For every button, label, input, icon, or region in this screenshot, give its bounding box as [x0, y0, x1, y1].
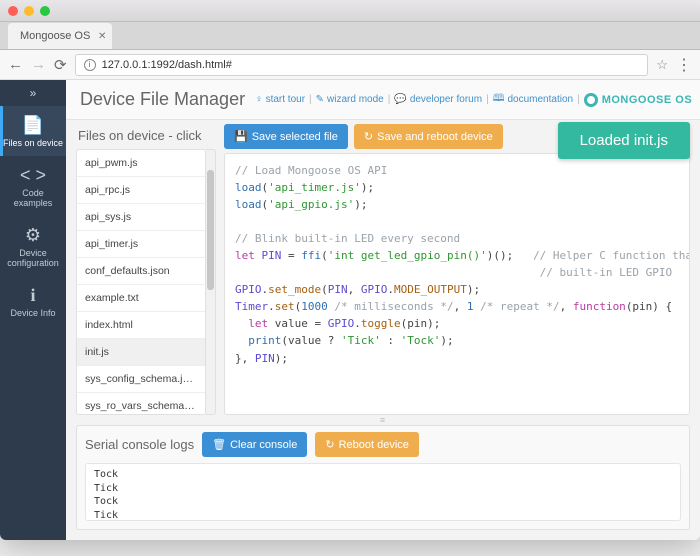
brand-logo: MONGOOSE OS [584, 93, 692, 107]
clear-console-button[interactable]: 🗑 Clear console [202, 432, 307, 457]
file-list[interactable]: api_pwm.jsapi_rpc.jsapi_sys.jsapi_timer.… [76, 149, 206, 415]
sidebar-item-files[interactable]: 📄 Files on device [0, 106, 66, 156]
console-heading: Serial console logs [85, 437, 194, 452]
file-item[interactable]: index.html [77, 312, 205, 339]
minimize-window-dot[interactable] [24, 6, 34, 16]
site-info-icon[interactable]: i [84, 59, 96, 71]
sidebar-item-device-config[interactable]: ⚙ Device configuration [0, 216, 66, 276]
files-heading: Files on device - click [76, 124, 216, 149]
main-pane: Device File Manager ♀ start tour| ✎ wiza… [66, 80, 700, 540]
start-tour-link[interactable]: ♀ start tour [255, 94, 305, 105]
wizard-mode-link[interactable]: ✎ wizard mode [316, 94, 384, 105]
app-window: Mongoose OS ✕ ← → ⟳ i 127.0.0.1:1992/das… [0, 0, 700, 540]
nav-back-icon[interactable]: ← [8, 56, 23, 73]
horizontal-resize-handle[interactable]: ≡ [76, 415, 690, 425]
documentation-link[interactable]: 🕮 documentation [493, 91, 573, 108]
reboot-device-button[interactable]: ↻ Reboot device [315, 432, 419, 457]
editor-buttons-row: 💾 Save selected file ↻ Save and reboot d… [224, 124, 690, 153]
close-window-dot[interactable] [8, 6, 18, 16]
close-tab-icon[interactable]: ✕ [98, 31, 106, 42]
sidebar-label: Device Info [10, 308, 55, 318]
code-icon: < > [2, 166, 64, 184]
work-area: Files on device - click api_pwm.jsapi_rp… [66, 120, 700, 540]
nav-reload-icon[interactable]: ⟳ [54, 56, 67, 74]
console-output[interactable]: Tock Tick Tock Tick Tock [85, 463, 681, 521]
file-list-scrollbar[interactable] [206, 149, 216, 415]
save-reboot-button[interactable]: ↻ Save and reboot device [354, 124, 503, 149]
browser-tabstrip: Mongoose OS ✕ [0, 22, 700, 50]
file-icon: 📄 [2, 116, 64, 134]
console-block: Serial console logs 🗑 Clear console ↻ Re… [76, 425, 690, 530]
browser-address-bar: ← → ⟳ i 127.0.0.1:1992/dash.html# ☆ ⋮ [0, 50, 700, 80]
info-icon: i [2, 286, 64, 304]
sidebar-item-code-examples[interactable]: < > Code examples [0, 156, 66, 216]
scroll-thumb[interactable] [207, 170, 214, 290]
dashboard-app: » 📄 Files on device < > Code examples ⚙ … [0, 80, 700, 540]
editor-pane: 💾 Save selected file ↻ Save and reboot d… [224, 124, 690, 415]
developer-forum-link[interactable]: 💬 developer forum [394, 94, 482, 105]
file-item[interactable]: api_rpc.js [77, 177, 205, 204]
header-links: ♀ start tour| ✎ wizard mode| 💬 developer… [255, 91, 692, 108]
nav-forward-icon[interactable]: → [31, 56, 46, 73]
page-title: Device File Manager [80, 89, 245, 110]
url-input[interactable]: i 127.0.0.1:1992/dash.html# [75, 54, 649, 76]
tab-title: Mongoose OS [20, 30, 90, 42]
toast-notification: Loaded init.js [558, 122, 690, 159]
browser-tab[interactable]: Mongoose OS ✕ [8, 23, 112, 49]
file-item[interactable]: init.js [77, 339, 205, 366]
zoom-window-dot[interactable] [40, 6, 50, 16]
file-item[interactable]: example.txt [77, 285, 205, 312]
sidebar-label: Device configuration [7, 248, 59, 268]
bookmark-star-icon[interactable]: ☆ [656, 57, 668, 73]
file-item[interactable]: sys_ro_vars_schema.json [77, 393, 205, 415]
save-file-button[interactable]: 💾 Save selected file [224, 124, 348, 149]
file-item[interactable]: api_pwm.js [77, 150, 205, 177]
sidebar-label: Files on device [3, 138, 63, 148]
file-item[interactable]: sys_config_schema.json [77, 366, 205, 393]
gear-icon: ⚙ [2, 226, 64, 244]
console-header: Serial console logs 🗑 Clear console ↻ Re… [85, 432, 681, 457]
files-and-editor-row: Files on device - click api_pwm.jsapi_rp… [76, 124, 690, 415]
files-pane: Files on device - click api_pwm.jsapi_rp… [76, 124, 216, 415]
mac-titlebar [0, 0, 700, 22]
file-item[interactable]: api_sys.js [77, 204, 205, 231]
sidebar-toggle-icon[interactable]: » [0, 80, 66, 106]
code-editor[interactable]: // Load Mongoose OS API load('api_timer.… [224, 153, 690, 415]
browser-menu-icon[interactable]: ⋮ [676, 55, 692, 75]
sidebar-label: Code examples [14, 188, 53, 208]
file-item[interactable]: api_timer.js [77, 231, 205, 258]
sidebar: » 📄 Files on device < > Code examples ⚙ … [0, 80, 66, 540]
file-item[interactable]: conf_defaults.json [77, 258, 205, 285]
header-bar: Device File Manager ♀ start tour| ✎ wiza… [66, 80, 700, 120]
sidebar-item-device-info[interactable]: i Device Info [0, 276, 66, 326]
url-text: 127.0.0.1:1992/dash.html# [102, 59, 232, 71]
mongoose-logo-icon [584, 93, 598, 107]
